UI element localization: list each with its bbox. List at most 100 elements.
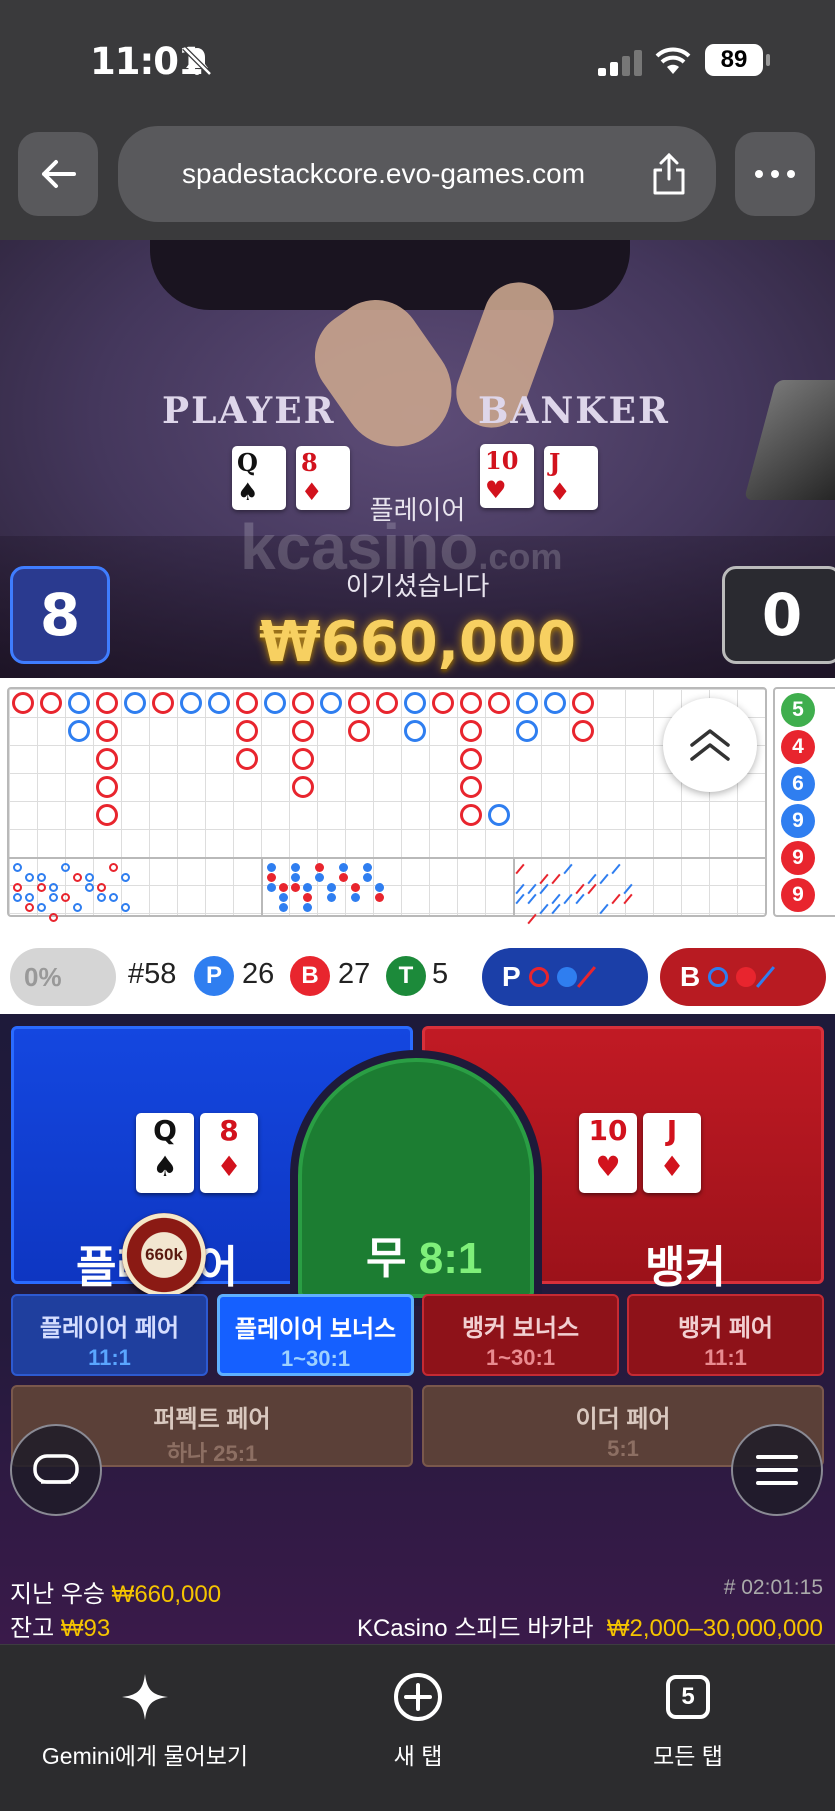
- chat-bubble-icon: [33, 1454, 79, 1484]
- stats-bar: 0% #58 P 26 B 27 T 5 P B: [0, 940, 835, 1014]
- road-bead: [404, 692, 426, 714]
- derived-road-mark: [527, 883, 537, 895]
- derived-road-mark: [515, 863, 525, 875]
- road-bead: [96, 748, 118, 770]
- derived-road-mark: [73, 903, 82, 912]
- game-menu-button[interactable]: [731, 1424, 823, 1516]
- road-divider-2: [513, 857, 515, 915]
- card-shoe: [743, 380, 835, 500]
- derived-road-mark: [109, 893, 118, 902]
- player-pair-bet[interactable]: 플레이어 페어 11:1: [11, 1294, 208, 1376]
- more-button[interactable]: [735, 132, 815, 216]
- browser-address-bar: spadestackcore.evo-games.com: [0, 120, 835, 240]
- road-bead: [516, 720, 538, 742]
- progress-toggle[interactable]: 0%: [10, 948, 116, 1006]
- predicted-value-chip: 6: [781, 767, 815, 801]
- silent-bell-icon: [182, 46, 212, 76]
- tie-bet-label: 무 8:1: [366, 1234, 483, 1283]
- betting-area: Q♠ 8♦ 플레이어 660k 10♥ J♦ 뱅커 무 8:1 플레이어 페어1…: [0, 1014, 835, 1644]
- placed-chip[interactable]: 660k: [122, 1213, 206, 1297]
- road-bead: [460, 748, 482, 770]
- derived-road-mark: [73, 873, 82, 882]
- derived-road-mark: [315, 873, 324, 882]
- last-win-info: 지난 우승 ₩660,000: [10, 1581, 222, 1608]
- road-bead: [264, 692, 286, 714]
- tie-bet-spot[interactable]: 무 8:1: [298, 1058, 534, 1298]
- derived-road-mark: [291, 883, 300, 892]
- collapse-roads-button[interactable]: [663, 698, 757, 792]
- banker-pair-bet[interactable]: 뱅커 페어 11:1: [627, 1294, 824, 1376]
- derived-road-mark: [267, 863, 276, 872]
- derived-road-mark: [61, 863, 70, 872]
- back-button[interactable]: [18, 132, 98, 216]
- derived-road-mark: [37, 883, 46, 892]
- table-banker-label: BANKER: [478, 390, 670, 432]
- derived-road-mark: [539, 883, 549, 895]
- road-bead: [40, 692, 62, 714]
- road-grid[interactable]: [7, 687, 767, 925]
- derived-road-mark: [339, 873, 348, 882]
- bet-player-card-2: 8 ♦: [200, 1113, 258, 1193]
- all-tabs-button[interactable]: 5 모든 탭: [630, 1667, 746, 1771]
- share-icon[interactable]: [650, 152, 688, 196]
- derived-road-mark: [49, 883, 58, 892]
- derived-road-mark: [37, 903, 46, 912]
- derived-road-mark: [623, 883, 633, 895]
- player-count: 26: [242, 958, 275, 990]
- derived-road-mark: [49, 913, 58, 922]
- scoreboard: 546999: [0, 678, 835, 940]
- derived-road-mark: [527, 893, 537, 905]
- wifi-icon: [655, 47, 691, 74]
- road-bead: [544, 692, 566, 714]
- plus-circle-icon: [394, 1673, 442, 1721]
- derived-road-mark: [97, 883, 106, 892]
- bet-banker-card-2: J ♦: [643, 1113, 701, 1193]
- player-bonus-bet[interactable]: 플레이어 보너스 1~30:1: [217, 1294, 414, 1376]
- road-bead: [96, 692, 118, 714]
- derived-road-mark: [121, 873, 130, 882]
- derived-road-mark: [611, 863, 621, 875]
- road-bead: [432, 692, 454, 714]
- status-bar: 11:01 89: [0, 0, 835, 120]
- derived-road-mark: [85, 873, 94, 882]
- road-bead: [460, 776, 482, 798]
- new-tab-button[interactable]: 새 탭: [360, 1667, 476, 1771]
- road-bead: [96, 776, 118, 798]
- banker-score-box: 0: [722, 566, 835, 664]
- derived-road-mark: [599, 873, 609, 885]
- road-bead: [124, 692, 146, 714]
- banker-bonus-bet[interactable]: 뱅커 보너스 1~30:1: [422, 1294, 619, 1376]
- arrow-left-icon: [42, 160, 76, 188]
- road-bead: [404, 720, 426, 742]
- table-name-limits: KCasino 스피드 바카라 ₩2,000–30,000,000: [356, 1615, 823, 1642]
- blue-dot-icon: [556, 967, 577, 987]
- derived-road-mark: [61, 893, 70, 902]
- derived-road-mark: [121, 903, 130, 912]
- derived-road-mark: [291, 863, 300, 872]
- derived-road-mark: [587, 883, 597, 895]
- derived-road-mark: [587, 873, 597, 885]
- banker-count: 27: [338, 958, 371, 990]
- road-bead: [460, 804, 482, 826]
- derived-road-mark: [515, 883, 525, 895]
- road-bead: [516, 692, 538, 714]
- banker-bet-label: 뱅커: [645, 1243, 726, 1292]
- chat-button[interactable]: [10, 1424, 102, 1516]
- derived-road-mark: [109, 863, 118, 872]
- derived-road-mark: [279, 893, 288, 902]
- road-bead: [460, 692, 482, 714]
- derived-road-mark: [37, 873, 46, 882]
- ask-player-button[interactable]: P: [482, 948, 648, 1006]
- derived-road-mark: [539, 873, 549, 885]
- ask-gemini-button[interactable]: Gemini에게 물어보기: [30, 1667, 260, 1771]
- browser-bottom-toolbar: Gemini에게 물어보기 새 탭 5 모든 탭: [0, 1644, 835, 1811]
- winner-label: 플레이어: [369, 495, 466, 525]
- win-amount: ₩660,000: [259, 610, 576, 675]
- derived-road-mark: [25, 903, 34, 912]
- url-field[interactable]: spadestackcore.evo-games.com: [118, 126, 716, 222]
- predicted-value-chip: 9: [781, 878, 815, 912]
- derived-road-mark: [49, 893, 58, 902]
- derived-road-mark: [327, 883, 336, 892]
- ask-banker-button[interactable]: B: [660, 948, 826, 1006]
- predicted-value-chip: 9: [781, 841, 815, 875]
